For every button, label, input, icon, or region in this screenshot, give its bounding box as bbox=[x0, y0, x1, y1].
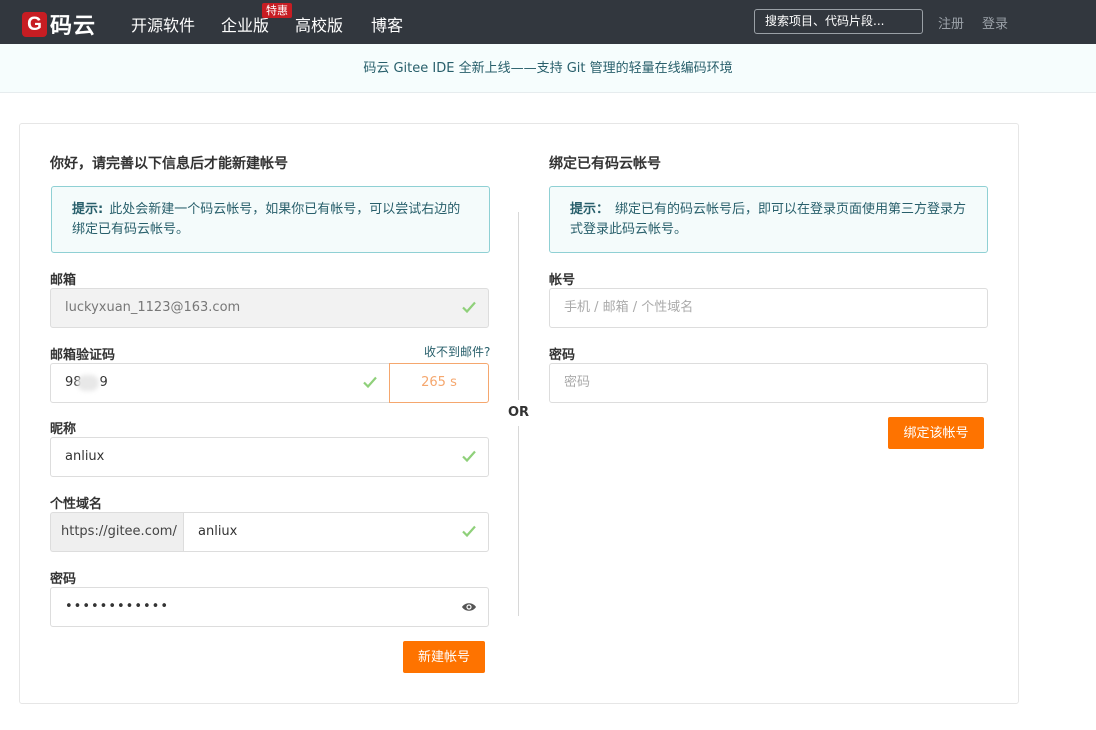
nav-item-blog[interactable]: 博客 bbox=[371, 12, 403, 36]
create-account-tip: 提示: 此处会新建一个码云帐号，如果你已有帐号，可以尝试右边的绑定已有码云帐号。 bbox=[51, 186, 490, 253]
banner-text[interactable]: 码云 Gitee IDE 全新上线——支持 Git 管理的轻量在线编码环境 bbox=[363, 61, 732, 76]
tip-text: 此处会新建一个码云帐号，如果你已有帐号，可以尝试右边的绑定已有码云帐号。 bbox=[72, 202, 461, 237]
bind-account-title: 绑定已有码云帐号 bbox=[549, 156, 661, 172]
blur-mask bbox=[77, 375, 99, 391]
check-icon bbox=[462, 301, 476, 314]
password-label: 密码 bbox=[50, 572, 77, 587]
email-value: luckyxuan_1123@163.com bbox=[65, 300, 241, 315]
tip-label: 提示: bbox=[72, 202, 104, 217]
tip-label: 提示： bbox=[570, 202, 610, 217]
password-input[interactable]: •••••••••••• bbox=[50, 587, 489, 627]
no-email-link[interactable]: 收不到邮件? bbox=[424, 343, 490, 360]
email-code-input[interactable]: 98 9 bbox=[50, 363, 390, 403]
domain-value: anliux bbox=[198, 524, 238, 539]
bind-account-tip: 提示： 绑定已有的码云帐号后，即可以在登录页面使用第三方登录方式登录此码云帐号。 bbox=[549, 186, 988, 253]
account-label: 帐号 bbox=[549, 273, 576, 288]
create-account-button[interactable]: 新建帐号 bbox=[403, 641, 485, 673]
nickname-label: 昵称 bbox=[50, 422, 77, 437]
email-code-label: 邮箱验证码 bbox=[50, 348, 116, 363]
tip-text: 绑定已有的码云帐号后，即可以在登录页面使用第三方登录方式登录此码云帐号。 bbox=[570, 202, 967, 237]
nav-item-education[interactable]: 高校版 bbox=[295, 12, 343, 36]
create-account-title: 你好，请完善以下信息后才能新建帐号 bbox=[50, 156, 288, 172]
nickname-value: anliux bbox=[65, 449, 105, 464]
bind-password-input[interactable]: 密码 bbox=[549, 363, 988, 403]
check-icon bbox=[462, 450, 476, 463]
gitee-logo-icon: G bbox=[22, 11, 47, 37]
check-icon bbox=[363, 376, 377, 389]
account-card: 你好，请完善以下信息后才能新建帐号 提示: 此处会新建一个码云帐号，如果你已有帐号… bbox=[19, 123, 1019, 704]
nickname-input[interactable]: anliux bbox=[50, 437, 489, 477]
nav-item-open-source[interactable]: 开源软件 bbox=[131, 12, 195, 36]
domain-prefix: https://gitee.com/ bbox=[50, 512, 184, 552]
show-password-icon[interactable] bbox=[461, 600, 477, 614]
announcement-banner[interactable]: 码云 Gitee IDE 全新上线——支持 Git 管理的轻量在线编码环境 bbox=[0, 44, 1096, 93]
password-value: •••••••••••• bbox=[65, 599, 170, 614]
top-nav: G 码云 开源软件 企业版 特惠 高校版 博客 搜索项目、代码片段... 注册 … bbox=[0, 0, 1096, 44]
bind-account-button[interactable]: 绑定该帐号 bbox=[888, 417, 984, 449]
domain-label: 个性域名 bbox=[50, 497, 103, 512]
search-input[interactable]: 搜索项目、代码片段... bbox=[754, 9, 923, 34]
bind-password-label: 密码 bbox=[549, 348, 576, 363]
logo[interactable]: G 码云 bbox=[22, 8, 96, 40]
email-field[interactable]: luckyxuan_1123@163.com bbox=[50, 288, 489, 328]
register-link[interactable]: 注册 bbox=[938, 13, 964, 32]
account-input[interactable]: 手机 / 邮箱 / 个性域名 bbox=[549, 288, 988, 328]
domain-input[interactable]: anliux bbox=[183, 512, 489, 552]
resend-countdown-button[interactable]: 265 s bbox=[389, 363, 489, 403]
check-icon bbox=[462, 525, 476, 538]
code-value-end: 9 bbox=[99, 375, 108, 390]
or-separator: OR bbox=[503, 400, 534, 426]
promo-badge: 特惠 bbox=[262, 3, 292, 18]
login-link[interactable]: 登录 bbox=[982, 13, 1008, 32]
email-label: 邮箱 bbox=[50, 273, 77, 288]
logo-text: 码云 bbox=[50, 14, 97, 39]
